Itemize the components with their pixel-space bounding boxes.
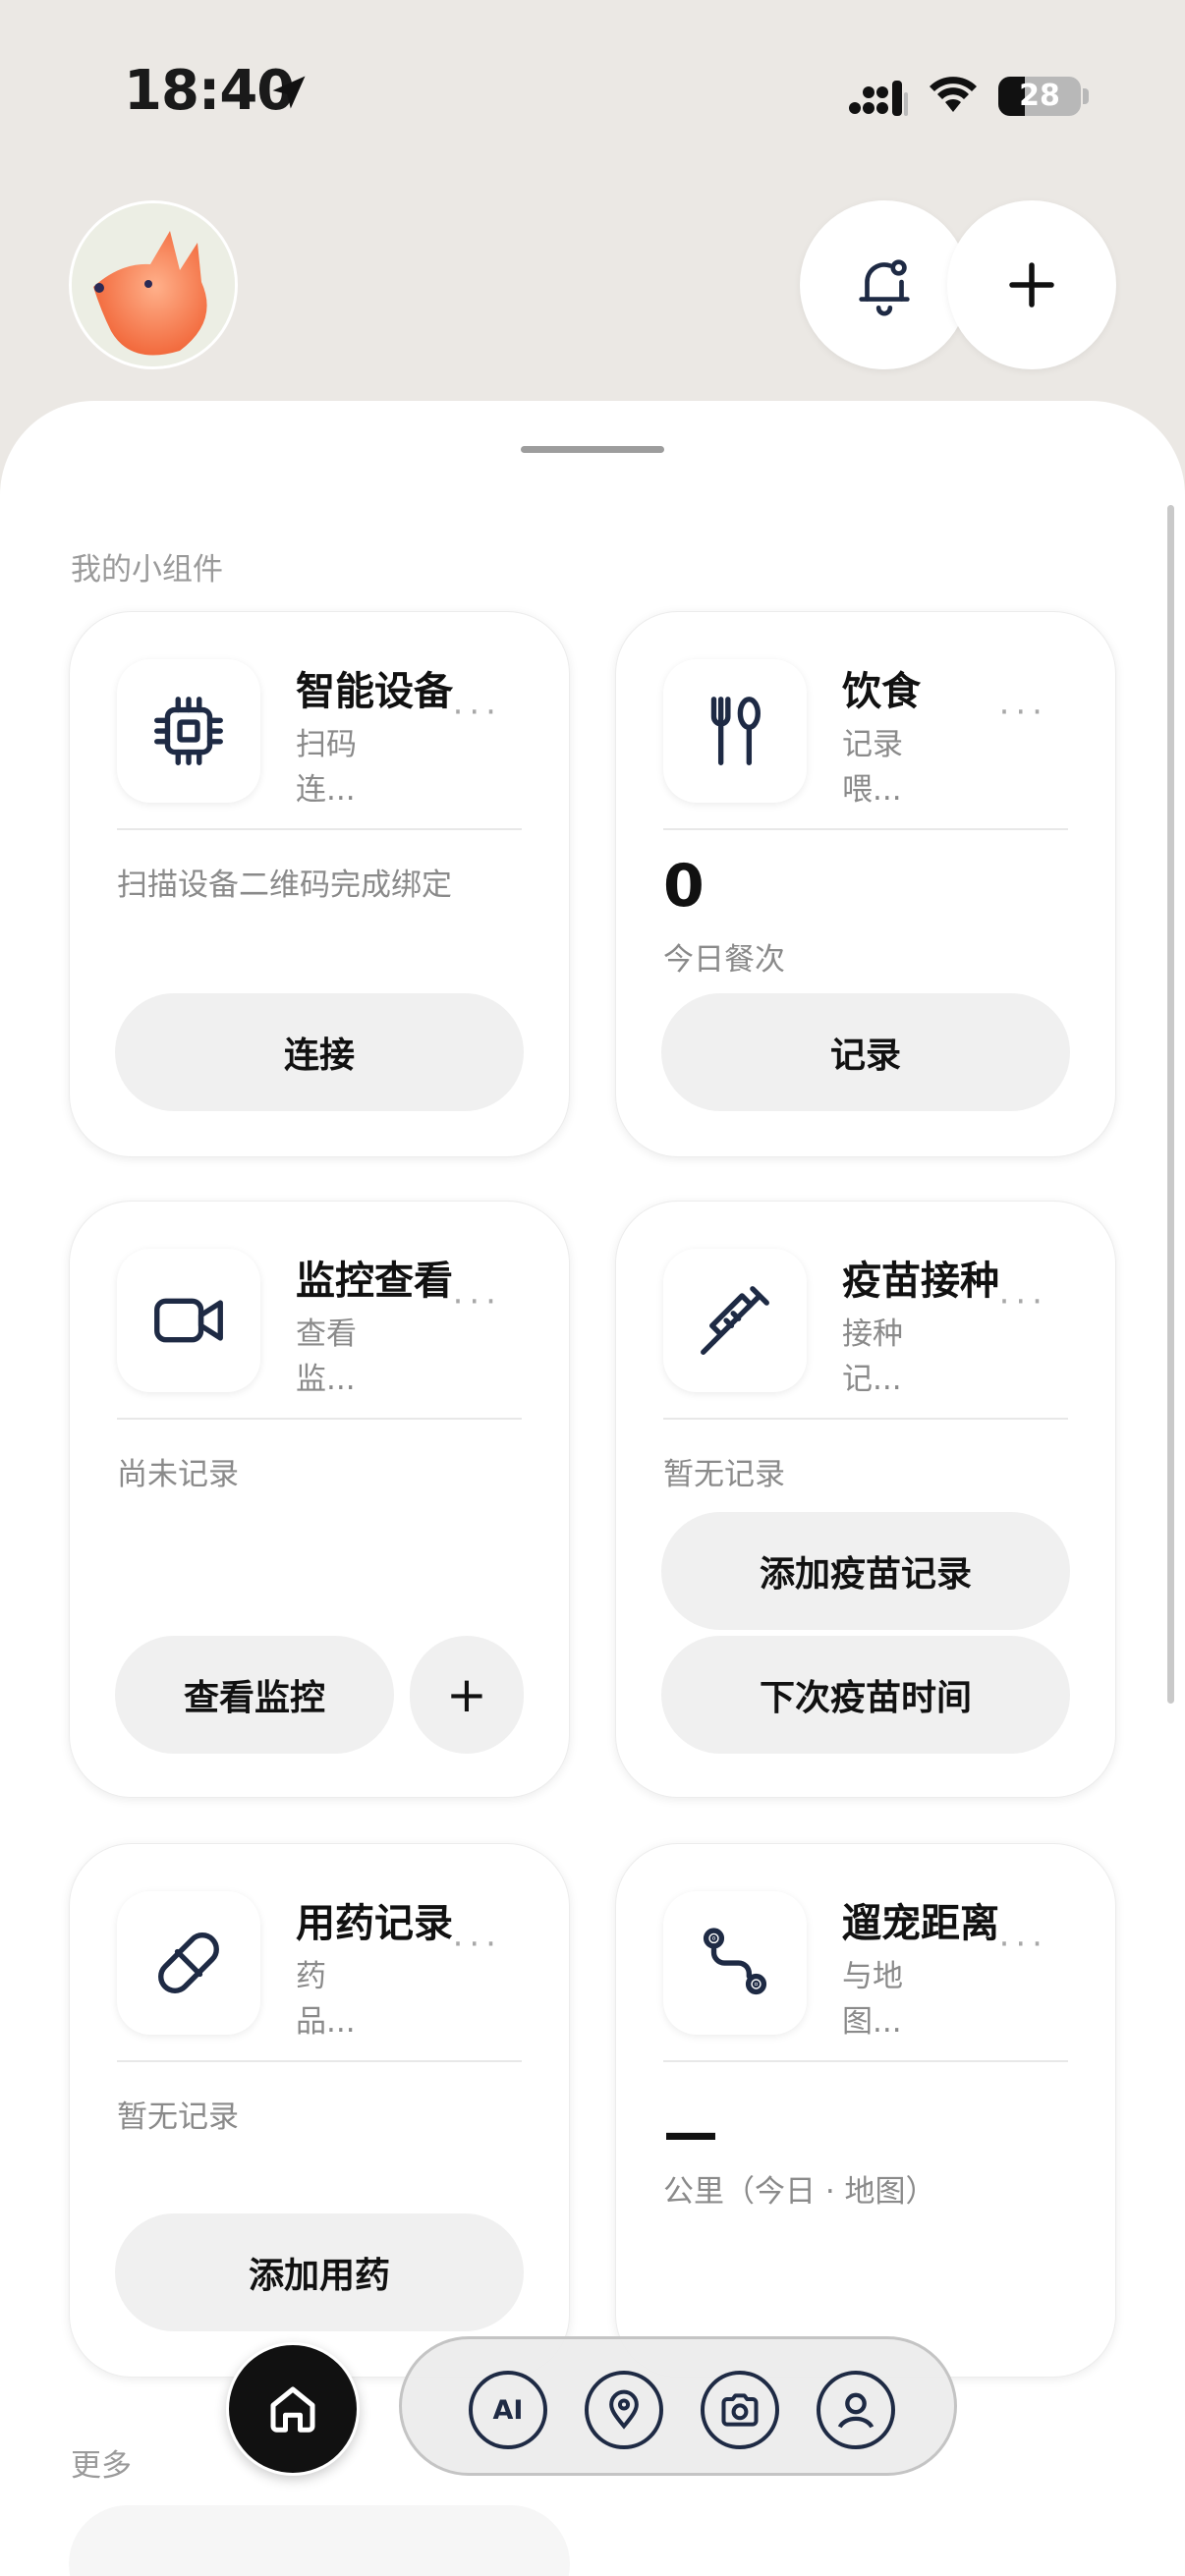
walk-distance-label: 公里（今日 · 地图） (663, 2174, 936, 2210)
pill-icon (117, 1891, 260, 2035)
chip-icon (117, 659, 260, 803)
ai-icon: AI (492, 2394, 524, 2426)
card-subtitle: 查看 监... (296, 1316, 357, 1397)
card-title: 用药记录 (296, 1901, 453, 1946)
battery-indicator: 28 (998, 77, 1081, 116)
add-monitor-button[interactable]: + (410, 1636, 524, 1754)
bottom-nav-bar: AI (399, 2336, 957, 2476)
route-icon (663, 1891, 807, 2035)
camera-icon (721, 2393, 759, 2427)
medicine-card[interactable]: 用药记录 药 品... ··· 暂无记录 添加用药 (69, 1843, 570, 2378)
more-options-icon[interactable]: ··· (453, 693, 502, 732)
card-title: 遛宠距离 (842, 1901, 999, 1946)
more-options-icon[interactable]: ··· (999, 693, 1048, 732)
card-description: 尚未记录 (117, 1457, 239, 1492)
more-options-icon[interactable]: ··· (453, 1925, 502, 1964)
avatar[interactable] (69, 200, 238, 369)
widgets-section-label: 我的小组件 (71, 552, 223, 588)
monitor-card[interactable]: 监控查看 查看 监... ··· 尚未记录 查看监控 + (69, 1201, 570, 1798)
more-options-icon[interactable]: ··· (999, 1925, 1048, 1964)
card-subtitle: 接种 记... (842, 1316, 903, 1397)
meal-count: 0 (663, 852, 705, 921)
wifi-icon (930, 77, 977, 112)
battery-level: 28 (1019, 79, 1060, 113)
syringe-icon (663, 1249, 807, 1392)
fox-avatar-image (72, 203, 235, 366)
location-arrow-icon (272, 76, 306, 109)
record-button[interactable]: 记录 (661, 993, 1070, 1111)
divider (663, 828, 1068, 830)
location-icon (609, 2389, 639, 2430)
walk-distance-value: — (663, 2101, 718, 2165)
next-vaccine-time-button[interactable]: 下次疫苗时间 (661, 1636, 1070, 1754)
nav-profile-button[interactable] (817, 2371, 895, 2449)
card-subtitle: 与地 图... (842, 1959, 903, 2040)
add-vaccine-record-button[interactable]: 添加疫苗记录 (661, 1512, 1070, 1630)
divider (117, 1418, 522, 1420)
more-section-label: 更多 (71, 2448, 132, 2484)
nav-home-button[interactable] (226, 2342, 360, 2476)
profile-icon (837, 2392, 875, 2429)
card-subtitle: 药 品... (296, 1959, 356, 2040)
scrollbar[interactable] (1167, 505, 1174, 1704)
nav-ai-button[interactable]: AI (469, 2371, 547, 2449)
notification-button[interactable] (800, 200, 969, 369)
plus-icon (1009, 262, 1054, 308)
divider (663, 1418, 1068, 1420)
smart-device-card[interactable]: 智能设备 扫码 连... ··· 扫描设备二维码完成绑定 连接 (69, 611, 570, 1157)
meal-count-label: 今日餐次 (663, 942, 785, 978)
drag-handle[interactable] (521, 446, 664, 453)
nav-location-button[interactable] (585, 2371, 663, 2449)
view-monitor-button[interactable]: 查看监控 (115, 1636, 394, 1754)
nav-camera-button[interactable] (701, 2371, 779, 2449)
fork-spoon-icon (663, 659, 807, 803)
more-options-icon[interactable]: ··· (453, 1282, 502, 1321)
home-icon (270, 2386, 315, 2433)
card-title: 饮食 (842, 669, 921, 714)
bell-icon (859, 259, 910, 316)
card-title: 智能设备 (296, 669, 453, 714)
more-options-icon[interactable]: ··· (999, 1282, 1048, 1321)
add-button[interactable] (947, 200, 1116, 369)
divider (663, 2060, 1068, 2062)
connect-button[interactable]: 连接 (115, 993, 524, 1111)
status-bar: 18:40 28 (0, 0, 1185, 187)
divider (117, 2060, 522, 2062)
card-title: 监控查看 (296, 1259, 453, 1304)
card-title: 疫苗接种 (842, 1259, 999, 1304)
video-camera-icon (117, 1249, 260, 1392)
battery-tip (1083, 88, 1089, 104)
card-subtitle: 记录 喂... (842, 727, 903, 808)
divider (117, 828, 522, 830)
card-description: 暂无记录 (117, 2100, 239, 2135)
card-subtitle: 扫码 连... (296, 727, 357, 808)
card-description: 暂无记录 (663, 1457, 785, 1492)
more-card[interactable] (69, 2505, 570, 2576)
walk-distance-card[interactable]: 遛宠距离 与地 图... ··· — 公里（今日 · 地图） (615, 1843, 1116, 2378)
cellular-signal-icon (849, 81, 908, 116)
card-description: 扫描设备二维码完成绑定 (117, 868, 452, 903)
add-medicine-button[interactable]: 添加用药 (115, 2213, 524, 2331)
diet-card[interactable]: 饮食 记录 喂... ··· 0 今日餐次 记录 (615, 611, 1116, 1157)
vaccine-card[interactable]: 疫苗接种 接种 记... ··· 暂无记录 添加疫苗记录 下次疫苗时间 (615, 1201, 1116, 1798)
